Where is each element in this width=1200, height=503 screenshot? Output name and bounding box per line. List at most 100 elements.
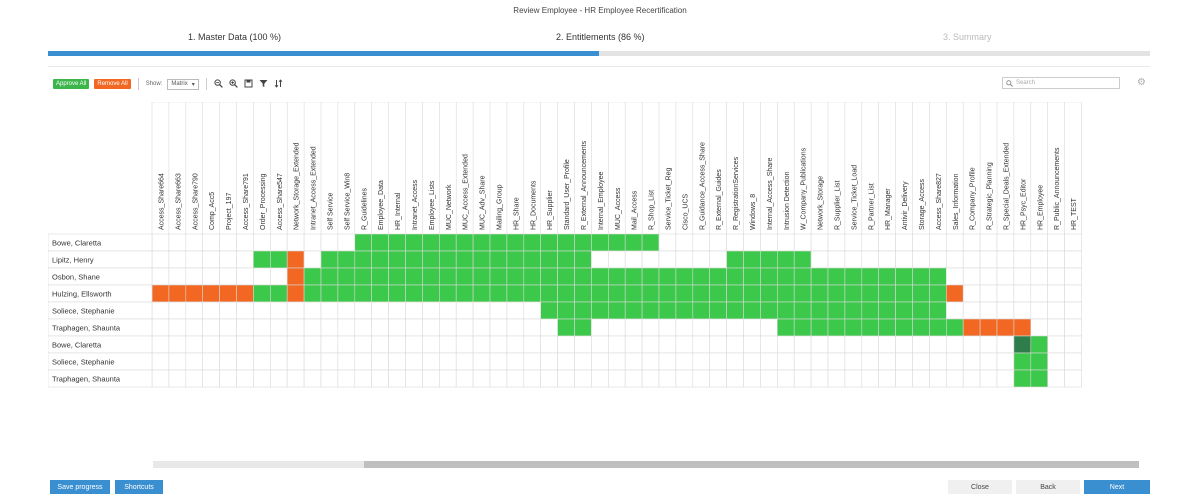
matrix-cell[interactable] (185, 352, 204, 371)
matrix-cell[interactable] (540, 369, 558, 388)
matrix-cell[interactable] (438, 369, 457, 388)
matrix-cell[interactable] (624, 318, 643, 337)
matrix-cell[interactable] (236, 369, 254, 388)
matrix-cell[interactable] (726, 301, 744, 320)
matrix-cell[interactable] (912, 284, 930, 303)
matrix-cell[interactable] (895, 284, 913, 303)
matrix-cell[interactable] (776, 267, 795, 286)
entitlement-column-header[interactable]: Cisco_UCS (682, 193, 689, 230)
matrix-cell[interactable] (168, 250, 187, 269)
matrix-cell[interactable] (979, 318, 998, 337)
matrix-cell[interactable] (557, 318, 575, 337)
entitlement-column-header[interactable]: Internal_Employee (598, 172, 605, 230)
matrix-cell[interactable] (151, 267, 170, 286)
matrix-cell[interactable] (743, 335, 761, 354)
employee-name[interactable]: Bowe, Claretta (52, 239, 102, 248)
matrix-cell[interactable] (168, 318, 187, 337)
matrix-cell[interactable] (1013, 284, 1032, 303)
matrix-cell[interactable] (658, 250, 677, 269)
matrix-cell[interactable] (557, 301, 575, 320)
matrix-cell[interactable] (270, 284, 288, 303)
matrix-cell[interactable] (422, 335, 440, 354)
matrix-cell[interactable] (438, 352, 457, 371)
matrix-cell[interactable] (219, 250, 237, 269)
entitlement-column-header[interactable]: Project_197 (226, 193, 233, 230)
matrix-cell[interactable] (337, 250, 356, 269)
matrix-cell[interactable] (253, 267, 271, 286)
matrix-cell[interactable] (760, 369, 778, 388)
matrix-cell[interactable] (354, 318, 372, 337)
matrix-cell[interactable] (1047, 352, 1065, 371)
matrix-cell[interactable] (675, 233, 694, 252)
matrix-cell[interactable] (675, 352, 694, 371)
matrix-cell[interactable] (844, 369, 863, 388)
matrix-cell[interactable] (692, 335, 710, 354)
matrix-cell[interactable] (810, 267, 829, 286)
matrix-cell[interactable] (760, 318, 778, 337)
matrix-cell[interactable] (979, 335, 998, 354)
matrix-cell[interactable] (337, 267, 356, 286)
matrix-cell[interactable] (303, 267, 322, 286)
matrix-cell[interactable] (929, 284, 947, 303)
matrix-cell[interactable] (286, 233, 305, 252)
entitlement-column-header[interactable]: R_Strategic_Planning (987, 162, 994, 230)
matrix-cell[interactable] (557, 284, 575, 303)
entitlement-column-header[interactable]: Access_Share790 (192, 173, 199, 230)
matrix-cell[interactable] (624, 233, 643, 252)
matrix-cell[interactable] (1030, 335, 1048, 354)
search-box[interactable]: Search (1002, 77, 1120, 89)
matrix-cell[interactable] (692, 318, 710, 337)
matrix-cell[interactable] (388, 318, 406, 337)
entitlement-column-header[interactable]: Internal_Access_Share (767, 158, 774, 230)
entitlement-column-header[interactable]: HR_Employee (1037, 185, 1044, 230)
entitlement-column-header[interactable]: HR_Supplier (547, 190, 554, 230)
matrix-cell[interactable] (303, 369, 322, 388)
matrix-cell[interactable] (878, 335, 896, 354)
matrix-cell[interactable] (286, 318, 305, 337)
matrix-cell[interactable] (557, 233, 575, 252)
matrix-cell[interactable] (709, 369, 727, 388)
matrix-cell[interactable] (303, 250, 322, 269)
entitlement-column-header[interactable]: Access_Share547 (277, 173, 284, 230)
matrix-cell[interactable] (624, 301, 643, 320)
matrix-cell[interactable] (438, 284, 457, 303)
matrix-cell[interactable] (743, 369, 761, 388)
matrix-cell[interactable] (455, 250, 474, 269)
matrix-cell[interactable] (540, 301, 558, 320)
matrix-cell[interactable] (405, 318, 423, 337)
entitlement-column-header[interactable]: MUC_Access_Extended (463, 154, 470, 230)
matrix-cell[interactable] (996, 233, 1015, 252)
matrix-cell[interactable] (574, 233, 592, 252)
matrix-cell[interactable] (624, 352, 643, 371)
entitlement-column-header[interactable]: HR_Psyc_Editor (1020, 178, 1027, 230)
matrix-cell[interactable] (455, 335, 474, 354)
matrix-cell[interactable] (1064, 318, 1082, 337)
matrix-cell[interactable] (827, 301, 846, 320)
matrix-cell[interactable] (945, 250, 964, 269)
matrix-cell[interactable] (912, 250, 930, 269)
matrix-cell[interactable] (895, 250, 913, 269)
matrix-cell[interactable] (438, 250, 457, 269)
matrix-cell[interactable] (607, 369, 626, 388)
matrix-cell[interactable] (591, 284, 609, 303)
matrix-cell[interactable] (844, 233, 863, 252)
entitlement-column-header[interactable]: R_Supplier_List (834, 181, 841, 230)
matrix-cell[interactable] (354, 284, 372, 303)
entitlement-column-header[interactable]: HR_Manager (885, 188, 892, 230)
matrix-cell[interactable] (658, 284, 677, 303)
matrix-cell[interactable] (438, 335, 457, 354)
entitlement-column-header[interactable]: Network_Storage (818, 176, 825, 230)
matrix-cell[interactable] (1013, 250, 1032, 269)
matrix-cell[interactable] (675, 250, 694, 269)
entitlement-column-header[interactable]: HR_Share (513, 197, 520, 230)
matrix-cell[interactable] (354, 301, 372, 320)
matrix-cell[interactable] (895, 335, 913, 354)
matrix-cell[interactable] (506, 284, 525, 303)
matrix-cell[interactable] (929, 267, 947, 286)
matrix-cell[interactable] (438, 301, 457, 320)
matrix-cell[interactable] (506, 352, 525, 371)
matrix-cell[interactable] (641, 250, 660, 269)
matrix-cell[interactable] (472, 250, 491, 269)
matrix-cell[interactable] (253, 301, 271, 320)
matrix-cell[interactable] (945, 284, 964, 303)
